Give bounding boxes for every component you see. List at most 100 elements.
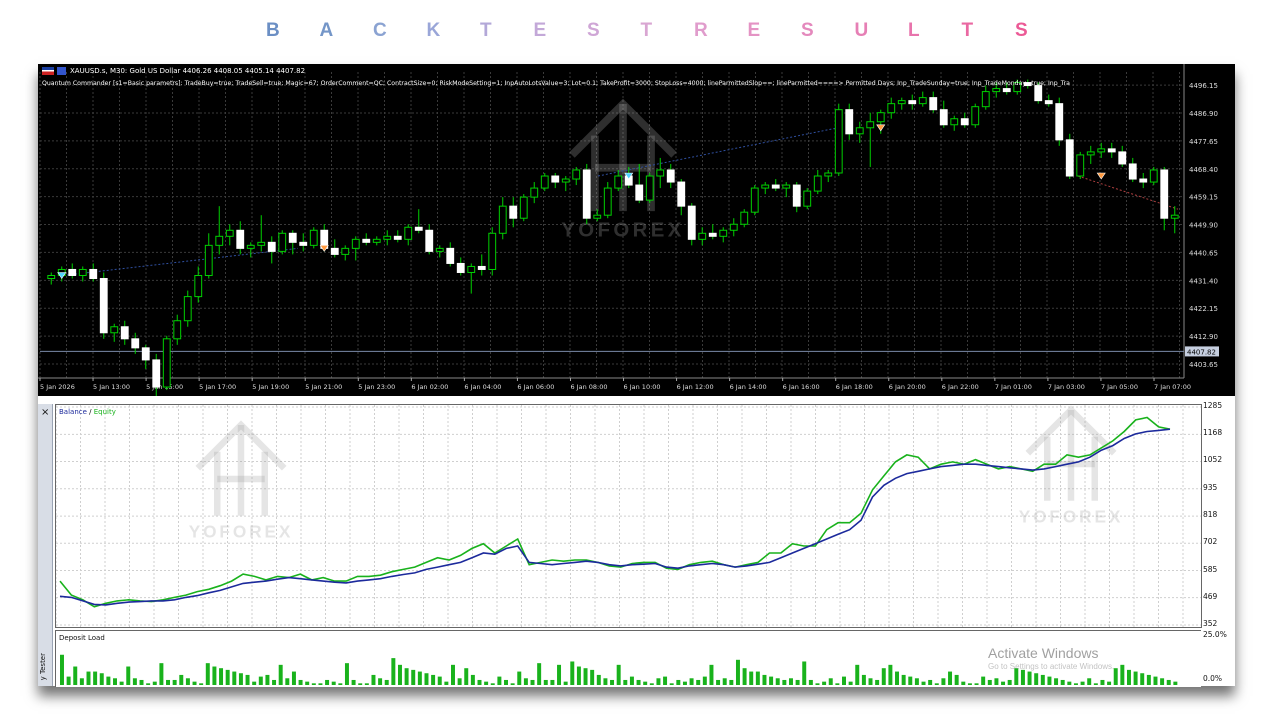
deposit-bar — [716, 679, 721, 685]
time-tick-label: 7 Jan 03:00 — [1048, 383, 1085, 391]
price-tick-label: 4403.65 — [1189, 361, 1218, 369]
balance-tick-label: 702 — [1203, 537, 1218, 547]
candle — [572, 166, 581, 186]
candle — [1065, 133, 1074, 180]
deposit-tick-label: 0.0% — [1203, 674, 1223, 683]
time-tick-label: 6 Jan 10:00 — [624, 383, 661, 391]
time-tick-label: 5 Jan 21:00 — [305, 383, 342, 391]
title-letter: T — [961, 20, 974, 41]
candle — [666, 163, 675, 189]
price-chart[interactable]: 4496.15 4486.90 4477.65 4468.40 4459.15 4449.… — [38, 64, 1235, 396]
legend-balance: Balance — [59, 408, 87, 416]
price-tick-label: 4477.65 — [1189, 138, 1218, 146]
balance-tick-label: 352 — [1203, 619, 1218, 628]
title-letter: L — [908, 20, 920, 41]
deposit-bar — [225, 669, 230, 685]
time-tick-label: 6 Jan 06:00 — [517, 383, 554, 391]
time-tick-label: 5 Jan 19:00 — [252, 383, 289, 391]
deposit-bar — [623, 679, 628, 685]
watermark-text: YOFOREX — [561, 220, 685, 242]
watermark-text: YOFOREX — [189, 521, 294, 541]
time-tick-label: 6 Jan 16:00 — [783, 383, 820, 391]
title-letter: S — [801, 20, 814, 41]
candle — [183, 290, 192, 327]
deposit-bar — [1113, 668, 1118, 685]
candle — [267, 236, 276, 264]
candle — [971, 103, 980, 128]
time-tick-label: 6 Jan 14:00 — [730, 383, 767, 391]
candle — [435, 245, 444, 258]
deposit-bar — [994, 678, 999, 685]
deposit-bar — [404, 668, 409, 685]
title-letter: K — [426, 20, 441, 41]
candle — [761, 182, 770, 195]
candle — [1044, 94, 1053, 107]
deposit-bar — [1007, 679, 1012, 685]
deposit-bar — [86, 671, 91, 685]
deposit-bar — [60, 654, 64, 685]
candle — [981, 85, 990, 110]
candle — [530, 182, 539, 204]
deposit-bar — [298, 679, 303, 685]
deposit-bar — [523, 678, 528, 685]
candle — [341, 245, 350, 261]
candle — [834, 103, 843, 177]
balance-tick-label: 1168 — [1203, 428, 1223, 438]
deposit-bar — [106, 676, 111, 685]
time-tick-label: 6 Jan 18:00 — [836, 383, 873, 391]
deposit-bar — [344, 663, 349, 685]
deposit-bar — [510, 683, 515, 685]
deposit-bar — [696, 679, 701, 685]
deposit-bar — [113, 678, 117, 685]
deposit-bar — [431, 674, 436, 685]
deposit-bar — [610, 679, 615, 685]
title-letter: C — [373, 20, 387, 41]
time-tick-label: 5 Jan 17:00 — [199, 383, 236, 391]
deposit-bar — [470, 674, 475, 685]
candle — [89, 263, 98, 282]
tester-tab-label[interactable]: y Tester — [39, 653, 47, 680]
time-tick-label: 6 Jan 22:00 — [942, 383, 979, 391]
backtest-screenshot: 4496.15 4486.90 4477.65 4468.40 4459.15 4449.… — [38, 64, 1235, 687]
deposit-bar — [835, 683, 840, 685]
price-tick-label: 4468.40 — [1189, 166, 1218, 174]
candle — [362, 233, 371, 246]
candle — [1128, 157, 1137, 183]
balance-tick-label: 1052 — [1203, 455, 1223, 465]
candle — [740, 209, 749, 228]
deposit-bar — [219, 668, 224, 685]
deposit-bar — [1133, 671, 1138, 685]
balance-tick-label: 818 — [1203, 510, 1218, 520]
deposit-bar — [722, 678, 727, 685]
price-tick-label: 4486.90 — [1189, 110, 1218, 118]
deposit-bar — [961, 681, 966, 685]
title-letter: S — [1015, 20, 1028, 41]
candle — [393, 230, 402, 243]
title-letter: U — [854, 20, 869, 41]
time-tick-label: 5 Jan 23:00 — [358, 383, 395, 391]
deposit-bar — [1140, 673, 1145, 685]
candle — [456, 257, 465, 276]
candle — [414, 209, 423, 234]
close-icon[interactable]: × — [41, 407, 49, 418]
deposit-bar — [265, 674, 270, 685]
time-tick-label: 7 Jan 07:00 — [1154, 383, 1191, 391]
deposit-bar — [1047, 676, 1052, 685]
candle — [519, 194, 528, 222]
candle — [1170, 206, 1179, 234]
balance-tick-label: 935 — [1203, 482, 1218, 492]
deposit-bar — [550, 679, 555, 685]
deposit-bar — [245, 674, 250, 685]
symbol-line: XAUUSD.s, M30: Gold US Dollar 4406.26 44… — [70, 67, 306, 75]
candle — [446, 242, 455, 267]
deposit-bar — [79, 678, 84, 685]
balance-equity-chart[interactable]: YOFOREX YOFOREX Balance / Equity — [55, 404, 1202, 628]
deposit-bar — [914, 678, 919, 685]
deposit-bar — [576, 666, 581, 685]
deposit-legend: Deposit Load — [59, 634, 105, 642]
candle — [194, 266, 203, 303]
deposit-bar — [66, 676, 71, 685]
deposit-bar — [868, 678, 873, 685]
candle — [792, 182, 801, 213]
deposit-bar — [769, 676, 774, 685]
